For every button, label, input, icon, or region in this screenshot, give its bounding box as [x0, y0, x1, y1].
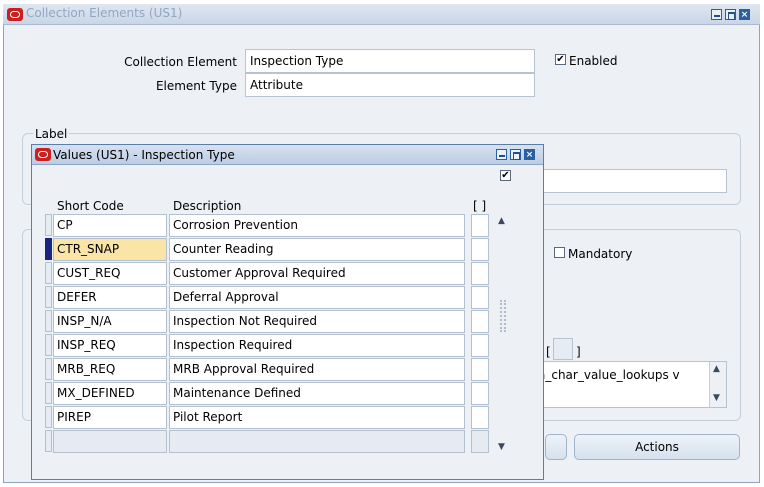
column-header-description: Description: [173, 199, 242, 213]
short-code-cell[interactable]: DEFER: [53, 286, 167, 309]
row-selector[interactable]: [45, 334, 52, 356]
short-code-cell[interactable]: MX_DEFINED: [53, 382, 167, 405]
description-cell[interactable]: Corrosion Prevention: [169, 214, 465, 237]
flag-cell[interactable]: [471, 238, 489, 261]
description-cell[interactable]: Inspection Not Required: [169, 310, 465, 333]
short-code-cell[interactable]: MRB_REQ: [53, 358, 167, 381]
column-header-short-code: Short Code: [57, 199, 124, 213]
label-field[interactable]: [540, 169, 727, 193]
description-cell[interactable]: Counter Reading: [169, 238, 465, 261]
row-selector[interactable]: [45, 382, 52, 404]
enabled-label: Enabled: [569, 54, 618, 68]
collection-element-label: Collection Element: [124, 55, 237, 69]
short-code-cell[interactable]: PIREP: [53, 406, 167, 429]
dialog-header-checkbox[interactable]: ✔: [500, 170, 511, 181]
description-cell[interactable]: Deferral Approval: [169, 286, 465, 309]
flag-cell[interactable]: [471, 406, 489, 429]
actions-button[interactable]: Actions: [574, 434, 740, 460]
dialog-title: Values (US1) - Inspection Type: [53, 148, 235, 162]
oracle-logo-icon: [7, 8, 23, 21]
dialog-oracle-logo-icon: [35, 148, 51, 161]
short-code-cell[interactable]: CTR_SNAP: [53, 238, 167, 261]
dialog-close-icon[interactable]: ×: [524, 149, 535, 160]
short-code-cell[interactable]: CUST_REQ: [53, 262, 167, 285]
flag-cell[interactable]: [471, 358, 489, 381]
flag-cell[interactable]: [471, 310, 489, 333]
window-title: Collection Elements (US1): [26, 6, 183, 20]
row-selector[interactable]: [45, 214, 52, 236]
collection-element-field[interactable]: Inspection Type: [245, 49, 535, 73]
row-selector[interactable]: [45, 406, 52, 428]
label-group-title: Label: [33, 127, 70, 141]
flag-cell[interactable]: [471, 334, 489, 357]
dialog-minimize-icon[interactable]: [496, 149, 507, 160]
hidden-button[interactable]: [545, 434, 567, 460]
row-selector[interactable]: [45, 286, 52, 308]
bracket-right: ]: [576, 345, 581, 359]
element-type-field[interactable]: Attribute: [245, 73, 535, 97]
scroll-thumb-grip-icon[interactable]: [500, 300, 506, 332]
short-code-cell[interactable]: CP: [53, 214, 167, 237]
dialog-scrollbar[interactable]: [495, 214, 510, 454]
description-cell[interactable]: Inspection Required: [169, 334, 465, 357]
element-type-label: Element Type: [155, 79, 237, 93]
dialog-maximize-icon[interactable]: [510, 149, 521, 160]
short-code-cell[interactable]: INSP_N/A: [53, 310, 167, 333]
maximize-icon[interactable]: [725, 9, 736, 20]
flag-cell[interactable]: [471, 214, 489, 237]
row-selector[interactable]: [45, 310, 52, 332]
description-cell[interactable]: Pilot Report: [169, 406, 465, 429]
row-selector[interactable]: [45, 262, 52, 284]
sql-text: a_char_value_lookups v: [538, 368, 680, 382]
row-selector[interactable]: [45, 430, 52, 452]
dialog-scroll-down-icon[interactable]: ▼: [498, 442, 505, 452]
bracket-left: [: [546, 345, 551, 359]
row-selector[interactable]: [45, 358, 52, 380]
minimize-icon[interactable]: [711, 9, 722, 20]
row-selector-current[interactable]: [45, 238, 52, 260]
description-cell[interactable]: Customer Approval Required: [169, 262, 465, 285]
short-code-cell[interactable]: [53, 430, 167, 453]
lookup-button[interactable]: [553, 338, 573, 360]
close-icon[interactable]: ×: [739, 9, 750, 20]
description-cell[interactable]: Maintenance Defined: [169, 382, 465, 405]
scroll-up-icon[interactable]: ▲: [713, 364, 720, 374]
description-cell[interactable]: [169, 430, 465, 453]
flag-cell[interactable]: [471, 430, 489, 453]
description-cell[interactable]: MRB Approval Required: [169, 358, 465, 381]
flag-cell[interactable]: [471, 262, 489, 285]
mandatory-label: Mandatory: [568, 247, 633, 261]
mandatory-checkbox[interactable]: [554, 247, 565, 258]
flag-cell[interactable]: [471, 286, 489, 309]
enabled-checkbox[interactable]: ✔: [555, 54, 566, 65]
scroll-down-icon[interactable]: ▼: [713, 393, 720, 403]
flag-cell[interactable]: [471, 382, 489, 405]
short-code-cell[interactable]: INSP_REQ: [53, 334, 167, 357]
column-header-flag: [ ]: [473, 199, 487, 213]
dialog-scroll-up-icon[interactable]: ▲: [498, 216, 505, 226]
